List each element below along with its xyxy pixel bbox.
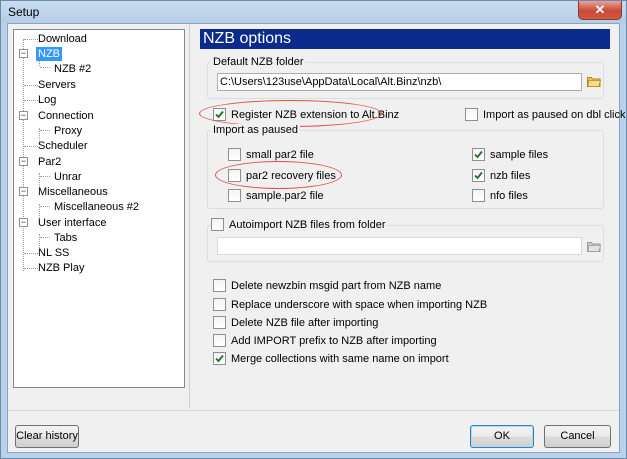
delete-msgid-label: Delete newzbin msgid part from NZB name [231,280,442,292]
tree-line [24,146,38,147]
checkbox[interactable] [213,298,226,311]
tree-item-user-interface[interactable]: User interface [38,216,106,230]
add-import-prefix-label: Add IMPORT prefix to NZB after importing [231,335,437,347]
folder-icon[interactable] [587,76,601,87]
tree-item-nzb-2[interactable]: NZB #2 [54,62,91,76]
tree-line [40,67,50,68]
small-par2-checkbox[interactable]: small par2 file [228,148,314,162]
tree-line [40,176,50,177]
sample-par2-checkbox[interactable]: sample.par2 file [228,189,324,203]
tree-item-nzb[interactable]: NZB [36,47,62,61]
replace-underscore-checkbox[interactable]: Replace underscore with space when impor… [213,298,487,312]
tree-line [24,253,38,254]
collapse-icon[interactable]: − [19,49,28,58]
tree-item-par2[interactable]: Par2 [38,155,61,169]
tree-line [24,39,38,40]
collapse-icon[interactable]: − [19,157,28,166]
close-button[interactable]: ✕ [578,1,622,20]
cancel-button[interactable]: Cancel [544,425,611,448]
tree-item-nl-ss[interactable]: NL SS [38,246,69,260]
nzb-files-label: nzb files [490,170,531,182]
tree-item-miscellaneous-2[interactable]: Miscellaneous #2 [54,200,139,214]
checkbox[interactable] [472,189,485,202]
tree-item-connection[interactable]: Connection [38,109,94,123]
register-extension-label: Register NZB extension to Alt.Binz [231,109,400,121]
tree-line [24,85,38,86]
tree-item-download[interactable]: Download [38,32,87,46]
clear-history-button[interactable]: Clear history [15,425,79,448]
folder-icon[interactable] [587,241,601,252]
close-icon: ✕ [594,2,606,17]
tree-item-tabs[interactable]: Tabs [54,231,77,245]
nfo-files-label: nfo files [490,190,528,202]
collapse-icon[interactable]: − [19,218,28,227]
tree-line [24,268,38,269]
dialog-client: − − − − − Download NZB NZB #2 Servers Lo… [7,23,625,453]
delete-nzb-after-import-checkbox[interactable]: Delete NZB file after importing [213,316,378,330]
checkbox[interactable] [213,334,226,347]
merge-collections-checkbox[interactable]: Merge collections with same name on impo… [213,352,449,366]
checkbox[interactable] [465,108,478,121]
default-folder-label: Default NZB folder [211,56,306,68]
sample-par2-label: sample.par2 file [246,190,324,202]
import-paused-label: Import as paused [211,124,300,136]
checkbox[interactable] [472,148,485,161]
tree-item-nzb-play[interactable]: NZB Play [38,261,84,275]
register-extension-checkbox[interactable]: Register NZB extension to Alt.Binz [213,108,399,122]
tree-line [40,206,50,207]
sample-files-label: sample files [490,149,549,161]
checkbox[interactable] [228,148,241,161]
settings-tree[interactable]: − − − − − Download NZB NZB #2 Servers Lo… [13,29,185,388]
checkbox[interactable] [213,108,226,121]
setup-window: Setup ✕ − − − − − Download NZB NZB #2 Se… [0,0,627,459]
checkbox[interactable] [213,316,226,329]
collapse-icon[interactable]: − [19,111,28,120]
collapse-icon[interactable]: − [19,187,28,196]
tree-line [40,237,50,238]
import-paused-dbl-click-label: Import as paused on dbl click [483,109,626,121]
checkbox[interactable] [472,169,485,182]
par2-recovery-checkbox[interactable]: par2 recovery files [228,169,336,183]
checkbox[interactable] [228,189,241,202]
nzb-options-panel: NZB options Default NZB folder C:\Users\… [189,24,625,409]
window-title: Setup [8,5,40,19]
checkbox[interactable] [213,352,226,365]
default-folder-input[interactable]: C:\Users\123use\AppData\Local\Alt.Binz\n… [217,73,582,91]
small-par2-label: small par2 file [246,149,314,161]
par2-recovery-label: par2 recovery files [246,170,336,182]
checkbox[interactable] [228,169,241,182]
tree-item-unrar[interactable]: Unrar [54,170,82,184]
tree-line [40,130,50,131]
tree-item-servers[interactable]: Servers [38,78,76,92]
autoimport-folder-input[interactable] [217,237,582,255]
ok-button[interactable]: OK [470,425,534,448]
delete-msgid-checkbox[interactable]: Delete newzbin msgid part from NZB name [213,279,441,293]
merge-collections-label: Merge collections with same name on impo… [231,353,449,365]
tree-item-miscellaneous[interactable]: Miscellaneous [38,185,108,199]
tree-item-log[interactable]: Log [38,93,56,107]
add-import-prefix-checkbox[interactable]: Add IMPORT prefix to NZB after importing [213,334,437,348]
tree-item-scheduler[interactable]: Scheduler [38,139,88,153]
tree-item-proxy[interactable]: Proxy [54,124,82,138]
tree-line [23,39,24,271]
autoimport-label: Autoimport NZB files from folder [229,219,386,231]
replace-underscore-label: Replace underscore with space when impor… [231,299,488,311]
divider [8,410,619,411]
delete-nzb-after-import-label: Delete NZB file after importing [231,317,379,329]
nfo-files-checkbox[interactable]: nfo files [472,189,528,203]
autoimport-checkbox[interactable]: Autoimport NZB files from folder [211,218,388,232]
import-paused-dbl-click-checkbox[interactable]: Import as paused on dbl click [465,108,625,122]
nzb-files-checkbox[interactable]: nzb files [472,169,530,183]
sample-files-checkbox[interactable]: sample files [472,148,548,162]
page-title: NZB options [200,29,610,49]
tree-line [24,100,38,101]
checkbox[interactable] [211,218,224,231]
title-bar[interactable]: Setup ✕ [1,1,626,23]
checkbox[interactable] [213,279,226,292]
